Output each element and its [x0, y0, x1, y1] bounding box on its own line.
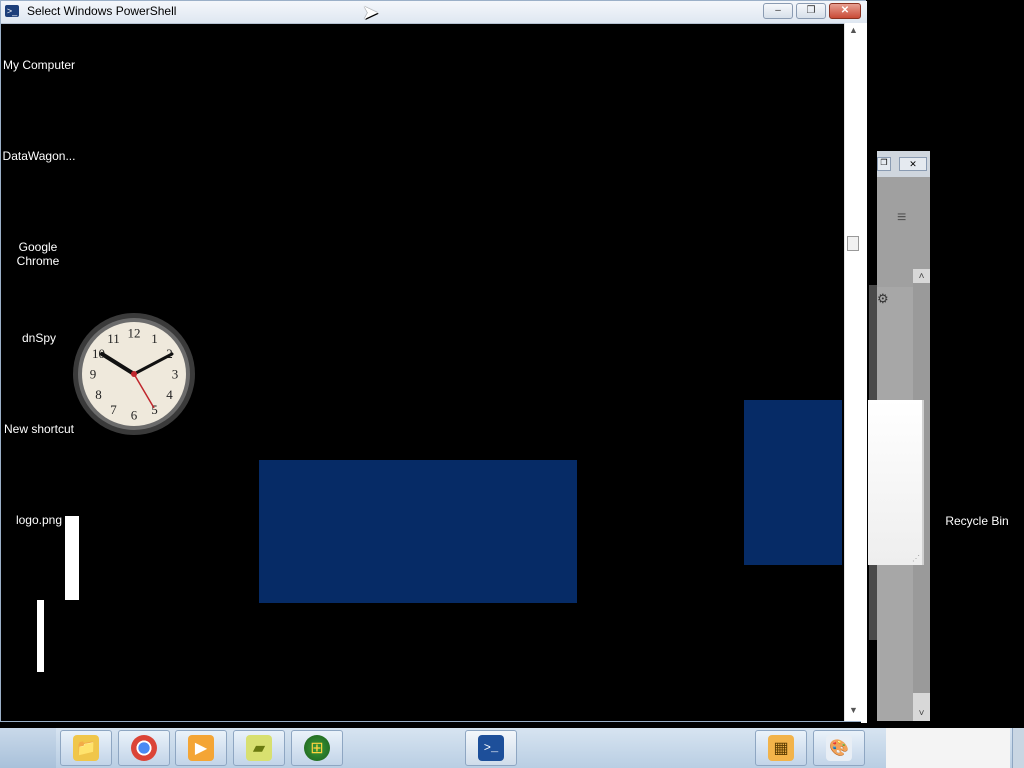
- taskbar-powershell-button[interactable]: >_: [465, 730, 517, 766]
- scroll-up-arrow-icon[interactable]: ▲: [845, 25, 862, 39]
- clock-numeral: 9: [90, 367, 97, 382]
- taskbar-sticky-notes-button[interactable]: ▰: [233, 730, 285, 766]
- menu-icon[interactable]: ≡: [897, 209, 906, 227]
- start-area[interactable]: [0, 728, 56, 768]
- vertical-scrollbar[interactable]: ▲ ▼: [844, 23, 862, 721]
- scroll-thumb[interactable]: [847, 236, 859, 251]
- clock-numeral: 3: [172, 367, 179, 382]
- media-player-icon: ▶: [188, 735, 214, 761]
- scroll-down-arrow-icon[interactable]: ˅: [913, 708, 930, 719]
- blue-panel: [744, 400, 842, 565]
- scroll-up-arrow-icon[interactable]: ˄: [913, 271, 930, 282]
- clock-gadget[interactable]: 12 1 2 3 4 5 6 7 8 9 10 11: [72, 312, 196, 436]
- chrome-icon: ◉: [131, 735, 157, 761]
- white-popup-panel: ⋰: [868, 400, 924, 565]
- window-title: Select Windows PowerShell: [27, 4, 177, 18]
- clock-numeral: 7: [110, 402, 117, 417]
- blue-panel: [259, 460, 577, 603]
- desktop-icon-new-shortcut[interactable]: New shortcut: [0, 422, 78, 436]
- desktop-icon-recycle-bin[interactable]: Recycle Bin: [938, 514, 1016, 528]
- desktop-icon-datawagon[interactable]: DataWagon...: [0, 149, 78, 163]
- taskbar-paint-button[interactable]: 🎨: [813, 730, 865, 766]
- taskbar-windows-button[interactable]: ⊞: [291, 730, 343, 766]
- calculator-icon: ▦: [768, 735, 794, 761]
- taskbar-chrome-button[interactable]: ◉: [118, 730, 170, 766]
- mouse-cursor-icon: ➤: [362, 2, 379, 24]
- taskbar-calculator-button[interactable]: ▦: [755, 730, 807, 766]
- window-frame-edge: [861, 23, 867, 723]
- show-desktop-button[interactable]: [1012, 728, 1024, 768]
- paint-icon: 🎨: [826, 735, 852, 761]
- restore-button[interactable]: ❐: [877, 157, 891, 171]
- window-titlebar[interactable]: >_ Select Windows PowerShell – ❐ ✕: [1, 1, 867, 24]
- clock-numeral: 8: [95, 387, 102, 402]
- maximize-button[interactable]: ❐: [796, 3, 826, 19]
- taskbar-media-player-button[interactable]: ▶: [175, 730, 227, 766]
- background-window-titlebar[interactable]: ❐ ✕: [877, 151, 930, 177]
- close-button[interactable]: ✕: [829, 3, 861, 19]
- resize-grip-icon[interactable]: ⋰: [912, 554, 920, 563]
- desktop-icon-dnspy[interactable]: dnSpy: [0, 331, 78, 345]
- gear-icon[interactable]: ⚙: [877, 291, 889, 307]
- close-button[interactable]: ✕: [899, 157, 927, 171]
- scroll-down-arrow-icon[interactable]: ▼: [845, 705, 862, 719]
- desktop-icon-my-computer[interactable]: My Computer: [0, 58, 78, 72]
- taskbar-explorer-button[interactable]: 📁: [60, 730, 112, 766]
- notification-area[interactable]: [886, 728, 1010, 768]
- clock-numeral: 12: [128, 326, 141, 341]
- clock-numeral: 11: [107, 331, 120, 346]
- clock-numeral: 4: [166, 387, 173, 402]
- sticky-notes-icon: ▰: [246, 735, 272, 761]
- taskbar: 📁 ◉ ▶ ▰ ⊞ >_ ▦ 🎨: [0, 728, 1024, 768]
- powershell-icon: >_: [478, 735, 504, 761]
- clock-numeral: 1: [151, 331, 158, 346]
- white-artifact-bar: [37, 600, 44, 672]
- white-artifact-bar: [65, 516, 79, 600]
- windows-logo-icon: ⊞: [304, 735, 330, 761]
- desktop-icon-google-chrome[interactable]: Google Chrome: [0, 240, 76, 268]
- folder-icon: 📁: [73, 735, 99, 761]
- powershell-icon: >_: [5, 5, 19, 17]
- clock-numeral: 6: [131, 408, 138, 423]
- minimize-button[interactable]: –: [763, 3, 793, 19]
